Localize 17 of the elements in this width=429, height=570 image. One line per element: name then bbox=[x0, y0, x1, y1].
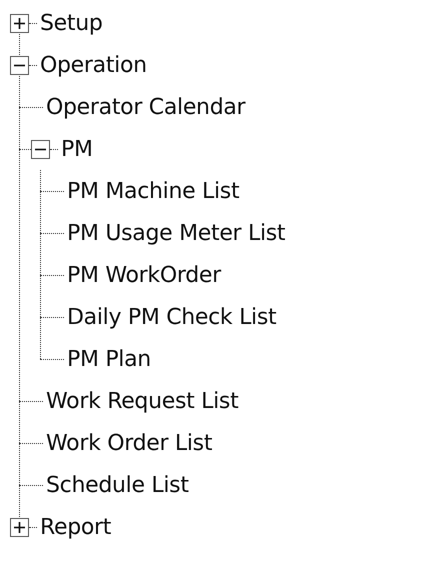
tree-item[interactable]: PM Machine List bbox=[64, 178, 240, 204]
tree-item[interactable]: PM Usage Meter List bbox=[64, 220, 286, 246]
tree-item[interactable]: Setup bbox=[37, 10, 103, 36]
tree-item[interactable]: PM bbox=[58, 136, 93, 162]
tree-item[interactable]: Operator Calendar bbox=[43, 94, 246, 120]
tree-item[interactable]: Operation bbox=[37, 52, 147, 78]
expand-icon[interactable] bbox=[10, 14, 29, 32]
tree-item[interactable]: Work Order List bbox=[43, 430, 212, 456]
tree-item[interactable]: Work Request List bbox=[43, 388, 238, 414]
expand-icon[interactable] bbox=[10, 518, 29, 536]
tree-item[interactable]: Report bbox=[37, 514, 112, 540]
tree-item[interactable]: Daily PM Check List bbox=[64, 304, 276, 330]
collapse-icon[interactable] bbox=[31, 140, 50, 158]
tree-item[interactable]: PM Plan bbox=[64, 346, 151, 372]
collapse-icon[interactable] bbox=[10, 56, 29, 74]
tree-item[interactable]: PM WorkOrder bbox=[64, 262, 221, 288]
tree-item[interactable]: Schedule List bbox=[43, 472, 189, 498]
